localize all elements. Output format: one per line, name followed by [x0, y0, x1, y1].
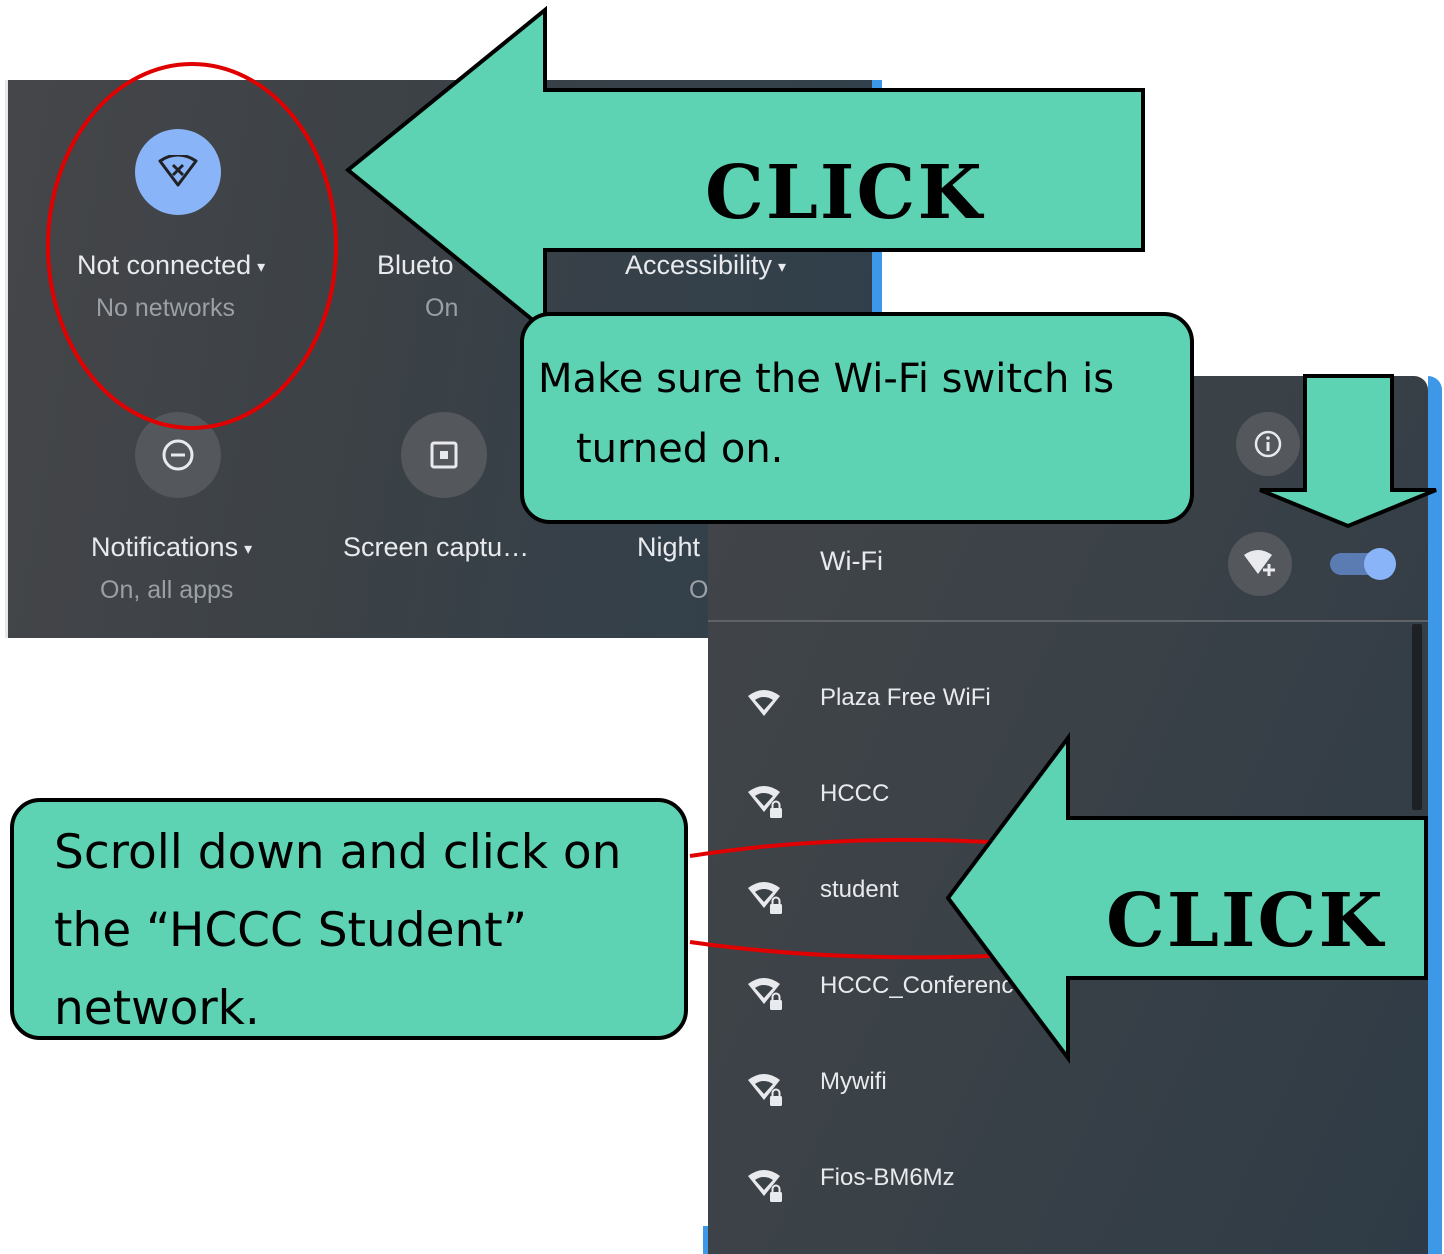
info-icon — [1254, 430, 1282, 458]
network-name: Fios-BM6Mz — [820, 1164, 955, 1191]
network-name: Mywifi — [820, 1068, 887, 1095]
wifi-locked-icon — [748, 1170, 782, 1202]
accessibility-tile-label[interactable]: Accessibility ▾ — [625, 250, 786, 281]
chevron-down-icon: ▾ — [778, 258, 787, 276]
wifi-section-title: Wi-Fi — [820, 546, 883, 576]
divider — [708, 620, 1428, 622]
network-name: Plaza Free WiFi — [820, 684, 991, 711]
wifi-locked-icon — [748, 1074, 782, 1106]
panel-accent-strip — [1428, 376, 1442, 1254]
network-info-button[interactable] — [1236, 412, 1300, 476]
click-label-top: CLICK — [705, 150, 984, 236]
wifi-tile-button[interactable] — [135, 129, 221, 215]
wifi-switch-callout: Make sure the Wi-Fi switch is turned on. — [520, 312, 1194, 524]
add-network-button[interactable] — [1228, 532, 1292, 596]
callout-text-line: Make sure the Wi-Fi switch is — [538, 356, 1115, 402]
screen-capture-icon — [430, 441, 458, 469]
wifi-locked-icon — [748, 882, 782, 914]
screen-capture-tile-button[interactable] — [401, 412, 487, 498]
chevron-down-icon: ▾ — [257, 258, 266, 276]
select-network-callout: Scroll down and click on the “HCCC Stude… — [10, 798, 688, 1040]
night-light-tile-label[interactable]: Night — [637, 532, 700, 563]
notifications-tile-label[interactable]: Notifications ▾ — [91, 532, 252, 563]
wifi-icon — [748, 690, 780, 716]
wifi-locked-icon — [748, 786, 782, 818]
callout-text-line: Scroll down and click on — [54, 825, 622, 880]
notifications-tile-status: On, all apps — [100, 576, 234, 604]
wifi-tile-status: No networks — [96, 294, 235, 322]
wifi-locked-icon — [748, 978, 782, 1010]
do-not-disturb-icon — [162, 439, 194, 471]
network-name: HCCC_Conference — [820, 972, 1027, 999]
network-row[interactable]: Mywifi — [708, 1042, 1428, 1138]
chevron-down-icon: ▾ — [244, 540, 253, 558]
bluetooth-tile-status: On — [425, 294, 459, 322]
wifi-toggle-switch[interactable] — [1330, 548, 1396, 580]
add-wifi-icon — [1244, 550, 1275, 576]
callout-text-line: the “HCCC Student” — [54, 903, 528, 958]
callout-text-line: turned on. — [576, 426, 784, 472]
callout-text-line: network. — [54, 981, 260, 1036]
screen-capture-tile-label[interactable]: Screen captu… — [343, 532, 529, 563]
night-light-tile-status: O — [689, 576, 709, 604]
network-name: HCCC — [820, 780, 890, 807]
network-row[interactable]: Plaza Free WiFi — [708, 658, 1428, 754]
bluetooth-tile-label[interactable]: Blueto — [377, 250, 454, 281]
network-name: student — [820, 876, 899, 903]
wifi-tile-label[interactable]: Not connected ▾ — [77, 250, 265, 281]
network-row[interactable]: Fios-BM6Mz — [708, 1138, 1428, 1234]
toggle-knob — [1364, 548, 1396, 580]
wifi-off-icon — [158, 155, 198, 187]
panel-edge — [5, 80, 8, 638]
notifications-tile-button[interactable] — [135, 412, 221, 498]
network-row[interactable]: HCCC — [708, 754, 1428, 850]
click-label-bottom: CLICK — [1106, 878, 1385, 964]
